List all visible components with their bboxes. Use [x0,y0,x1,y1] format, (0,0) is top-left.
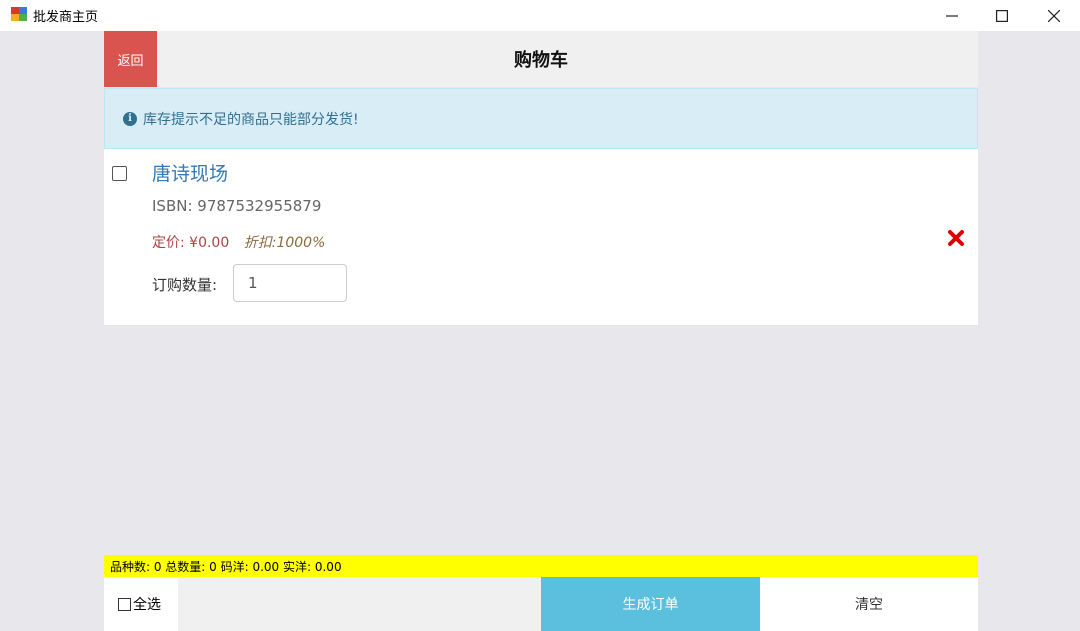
close-icon [1048,9,1060,22]
cart-summary: 品种数: 0 总数量: 0 码洋: 0.00 实洋: 0.00 [104,555,978,577]
cart-item: 唐诗现场 ISBN: 9787532955879 定价: ¥0.00 折扣:10… [104,149,978,325]
isbn-value: 9787532955879 [197,197,322,215]
select-all-label: 全选 [133,597,161,613]
select-all-checkbox[interactable]: 全选 [104,577,178,631]
quantity-label: 订购数量: [152,276,218,294]
page-title: 购物车 [514,50,568,71]
price-value: ¥0.00 [189,235,230,251]
info-icon: i [123,111,137,126]
app-window: 批发商主页 返回 购物车 i 库存提示不足的商品只能部分发货! 唐诗现场 ISB… [0,0,1080,631]
item-price-line: 定价: ¥0.00 折扣:1000% [152,232,325,252]
clear-cart-button[interactable]: 清空 [760,577,978,631]
app-icon [11,7,27,21]
item-checkbox[interactable] [112,166,127,181]
cart-footer: 全选 生成订单 清空 [104,577,978,631]
remove-item-icon[interactable] [947,229,965,247]
discount-value: 1000% [276,235,326,251]
minimize-button[interactable] [929,0,975,31]
stock-alert: i 库存提示不足的商品只能部分发货! [104,88,978,149]
checkbox-box [118,597,131,611]
discount-label: 折扣: [243,235,277,251]
maximize-icon [996,9,1008,22]
alert-text: 库存提示不足的商品只能部分发货! [143,111,359,128]
price-label: 定价: [152,235,185,251]
maximize-button[interactable] [979,0,1025,31]
back-button[interactable]: 返回 [104,31,157,87]
window-title: 批发商主页 [33,10,99,25]
page-header: 返回 购物车 [104,31,978,87]
close-button[interactable] [1031,0,1077,31]
quantity-input[interactable]: 1 [233,264,347,302]
title-bar: 批发商主页 [0,0,1080,31]
item-isbn: ISBN: 9787532955879 [152,197,321,215]
isbn-label: ISBN: [152,197,193,215]
discount: 折扣:1000% [244,235,326,251]
generate-order-button[interactable]: 生成订单 [541,577,760,631]
item-title[interactable]: 唐诗现场 [152,159,228,186]
minimize-icon [946,14,958,17]
cart-page: 返回 购物车 i 库存提示不足的商品只能部分发货! 唐诗现场 ISBN: 978… [104,31,978,631]
